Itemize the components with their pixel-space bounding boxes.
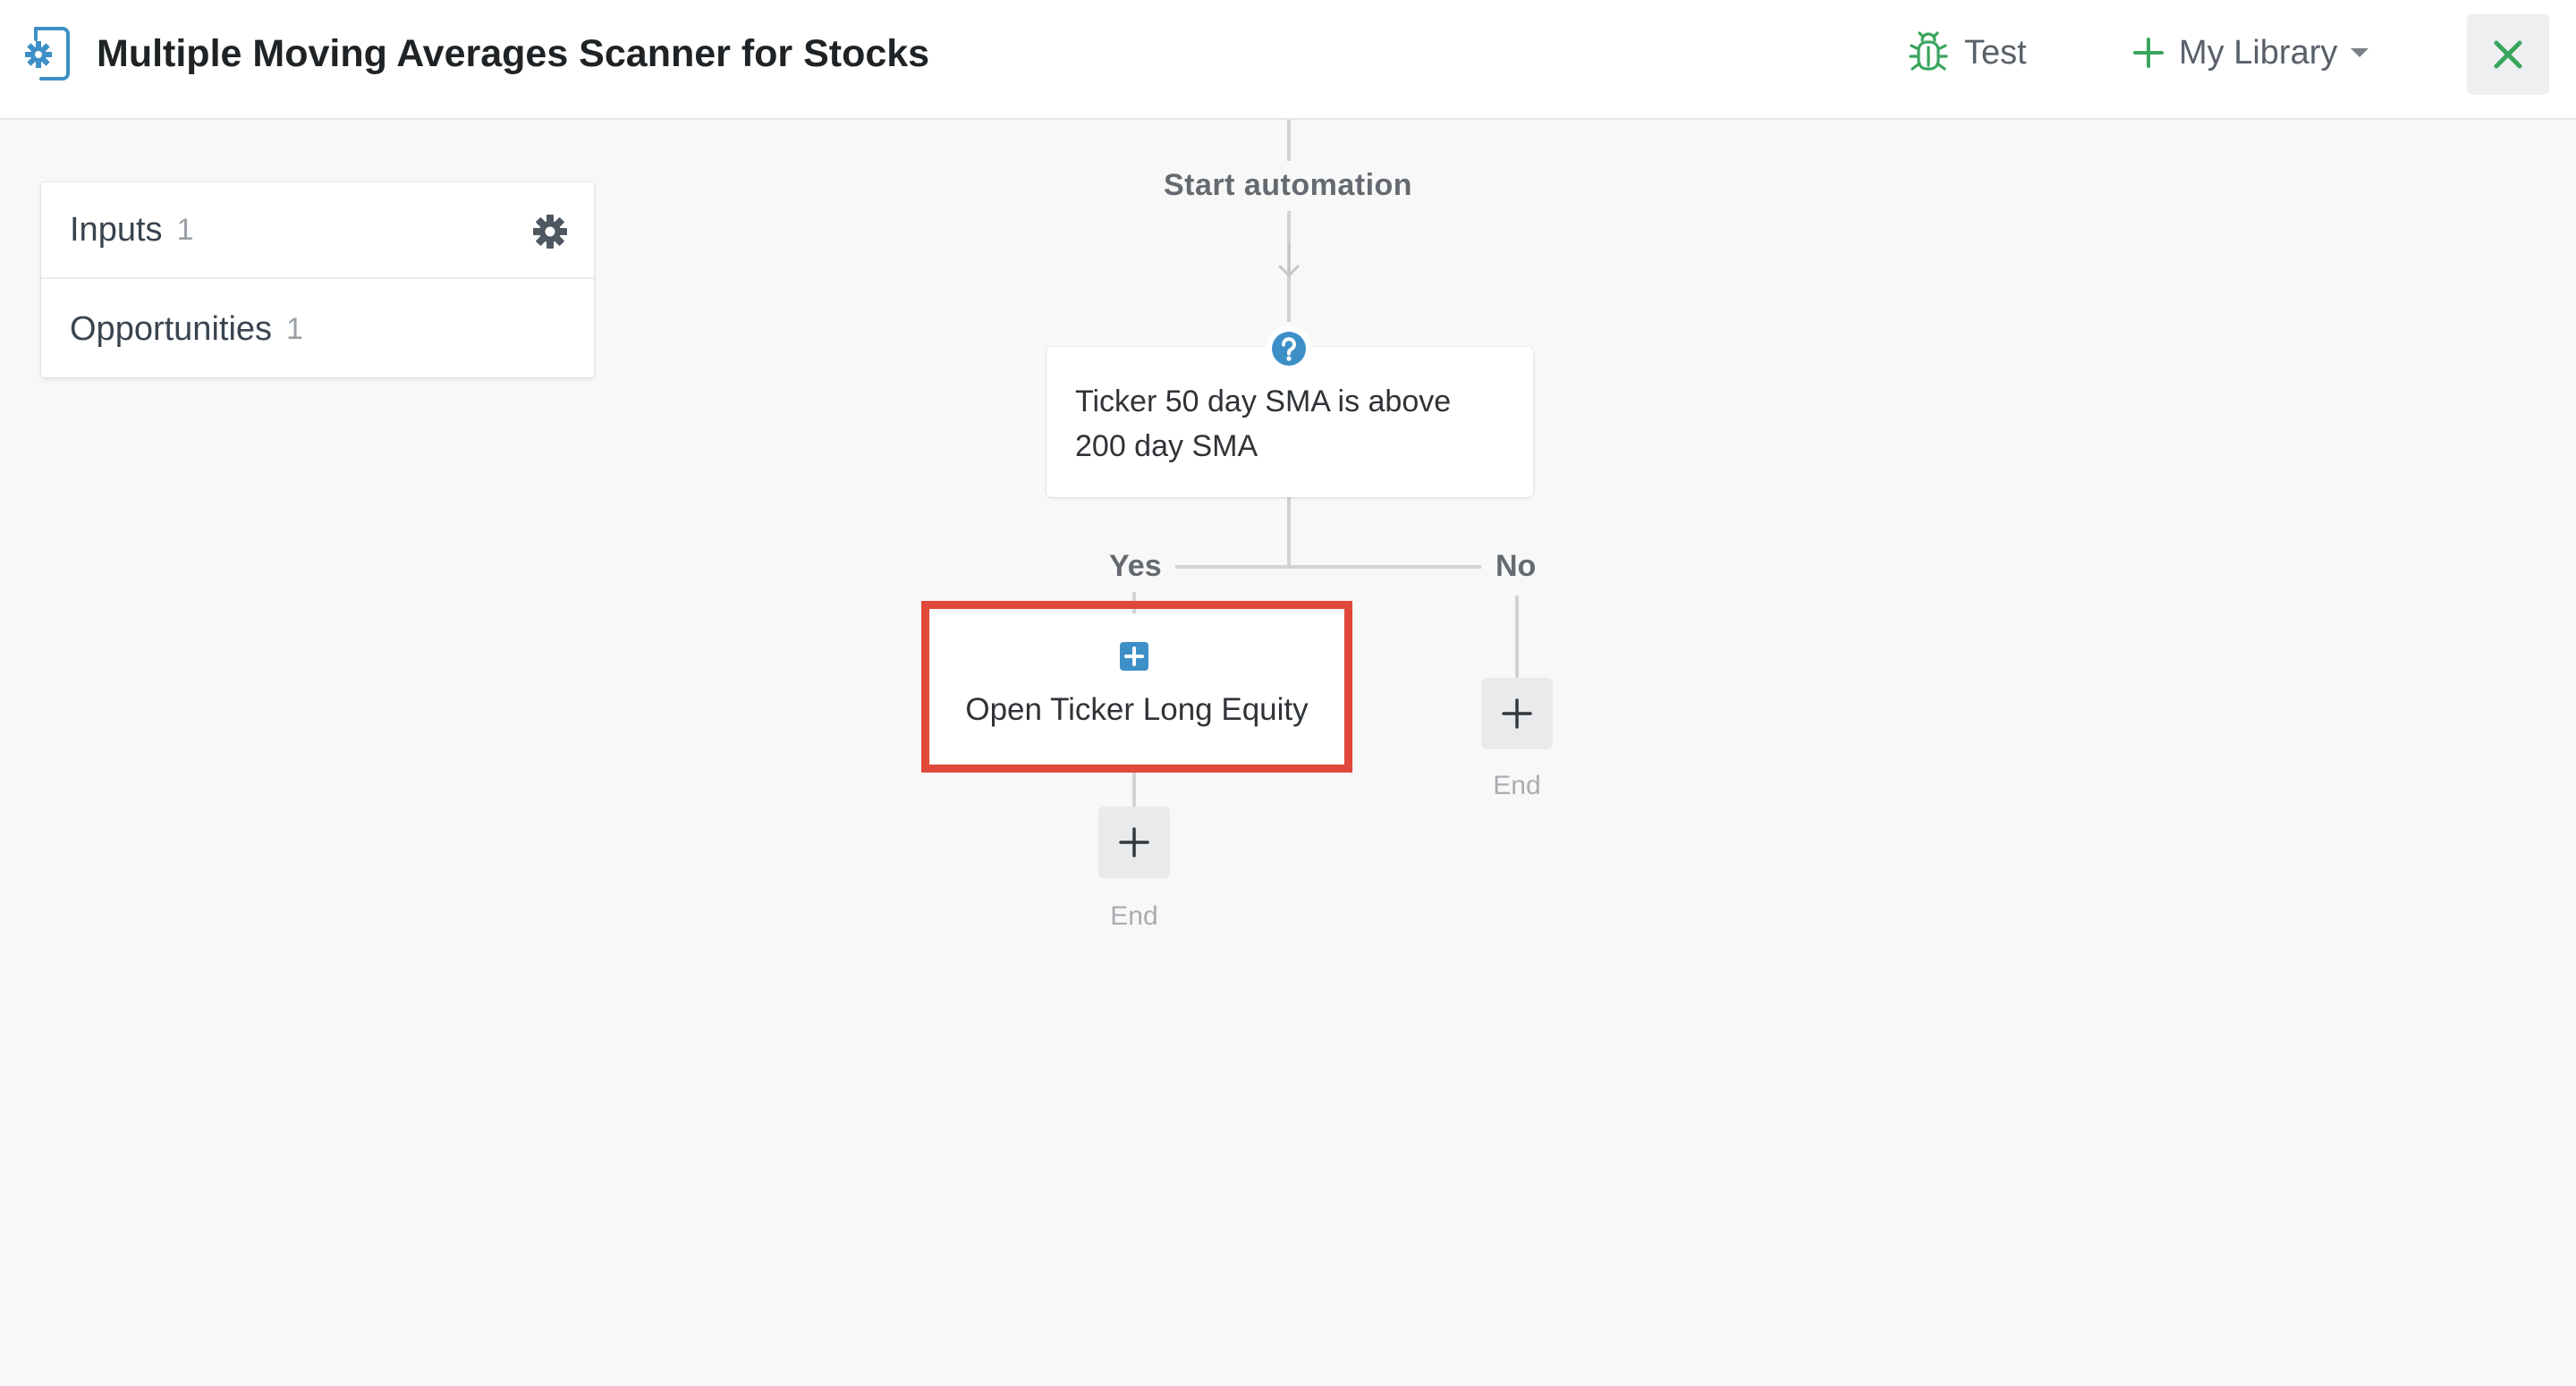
test-button[interactable]: Test (1909, 27, 2027, 79)
connector-line (1132, 767, 1136, 807)
connector-line (1287, 497, 1291, 569)
side-item-label: Inputs (70, 210, 163, 249)
side-item-opportunities[interactable]: Opportunities 1 (41, 281, 594, 377)
test-label: Test (1964, 33, 2027, 72)
my-library-label: My Library (2179, 33, 2338, 72)
my-library-button[interactable]: My Library (2132, 27, 2369, 79)
plus-icon (1119, 827, 1149, 858)
side-panel: Inputs 1 Opportunities 1 (41, 182, 594, 377)
branch-no-label: No (1496, 549, 1537, 583)
end-label-no: End (1493, 771, 1541, 800)
add-step-button-yes[interactable] (1098, 807, 1170, 878)
side-item-inputs[interactable]: Inputs 1 (41, 182, 594, 279)
bug-icon (1909, 31, 1948, 71)
page-title: Multiple Moving Averages Scanner for Sto… (97, 32, 930, 75)
condition-icon-bubble (1266, 325, 1312, 372)
gear-document-icon (25, 27, 70, 80)
connector-line (1515, 596, 1519, 678)
arrow-down-icon (1278, 241, 1300, 277)
connector-line (1287, 120, 1291, 161)
top-bar: Multiple Moving Averages Scanner for Sto… (0, 0, 2576, 120)
side-item-count: 1 (286, 311, 303, 346)
action-text: Open Ticker Long Equity (965, 692, 1309, 727)
start-automation-label: Start automation (1163, 168, 1413, 202)
close-button[interactable] (2467, 14, 2549, 95)
end-label-yes: End (1110, 901, 1158, 931)
question-icon (1272, 332, 1306, 366)
plus-square-icon (1120, 642, 1148, 671)
close-icon (2494, 40, 2522, 69)
side-item-count: 1 (176, 212, 194, 247)
action-icon-bubble (1111, 633, 1157, 680)
gear-icon[interactable] (533, 215, 567, 249)
connector-line (1175, 565, 1481, 569)
plus-icon (1502, 698, 1532, 729)
add-step-button-no[interactable] (1481, 678, 1553, 749)
side-item-label: Opportunities (70, 309, 273, 348)
branch-yes-label: Yes (1109, 549, 1162, 583)
plus-icon (2133, 38, 2164, 68)
caret-down-icon (2351, 48, 2369, 57)
condition-text: Ticker 50 day SMA is above 200 day SMA (1075, 385, 1452, 463)
